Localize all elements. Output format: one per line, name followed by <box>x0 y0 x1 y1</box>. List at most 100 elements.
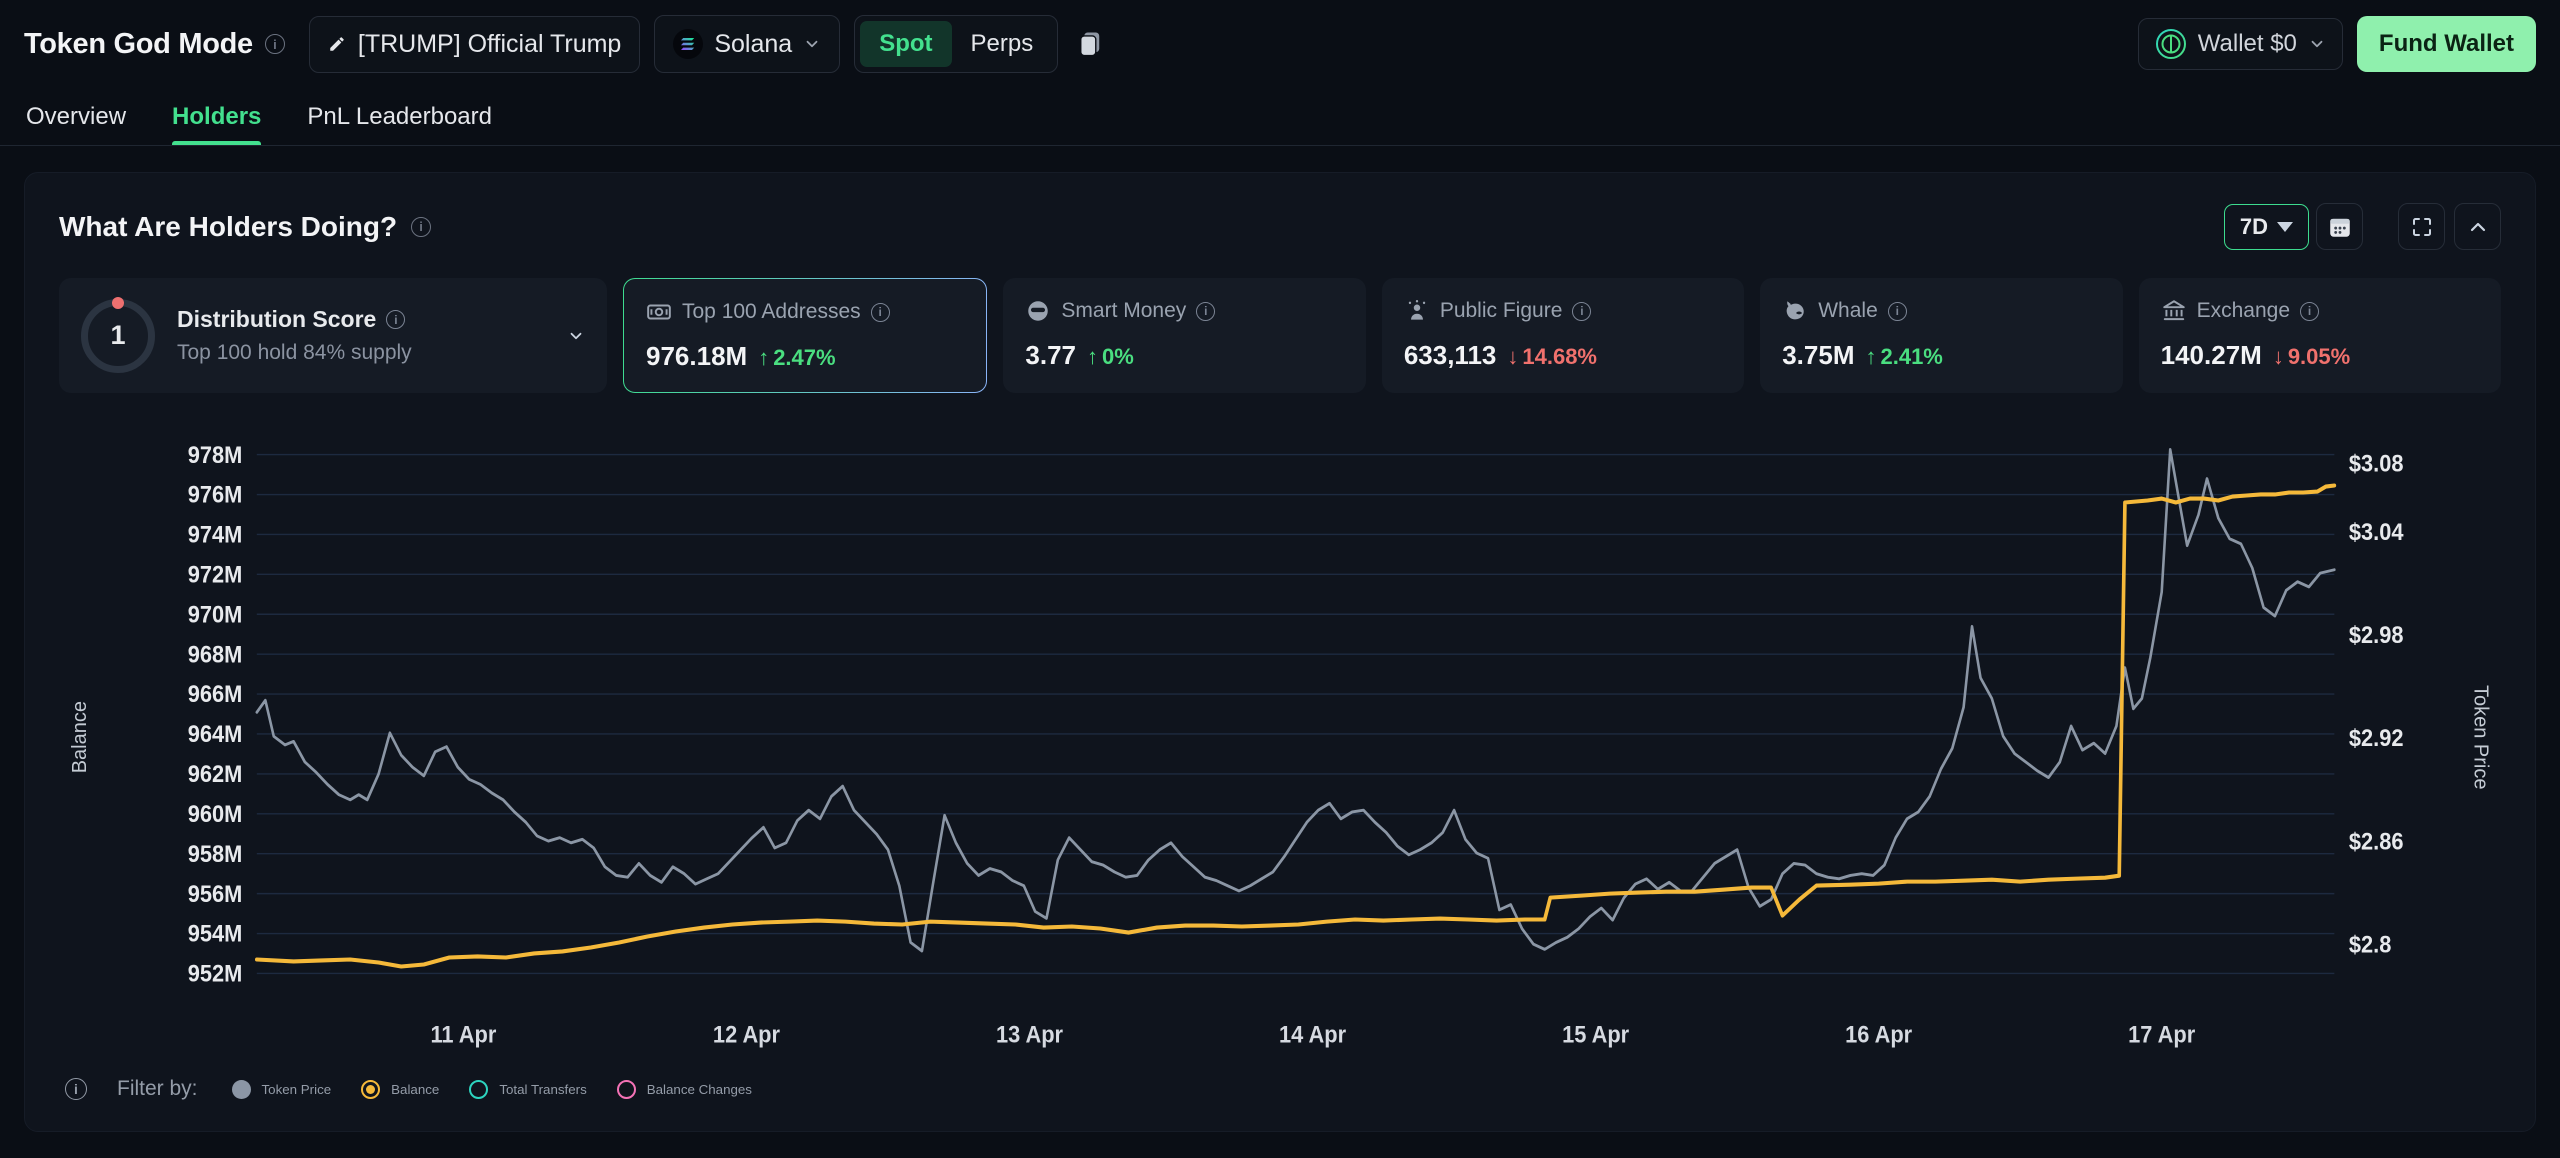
svg-text:966M: 966M <box>188 680 243 707</box>
svg-text:17 Apr: 17 Apr <box>2128 1020 2195 1047</box>
right-axis-title: Token Price <box>2469 684 2492 790</box>
info-icon[interactable] <box>411 216 432 237</box>
info-icon[interactable] <box>264 34 285 54</box>
svg-text:968M: 968M <box>188 640 243 667</box>
token-price-dot <box>231 1079 251 1099</box>
svg-text:952M: 952M <box>188 959 243 986</box>
balance-dot <box>361 1079 381 1099</box>
info-icon[interactable] <box>65 1078 87 1100</box>
whale-icon <box>1786 301 1804 320</box>
svg-text:$2.98: $2.98 <box>2349 621 2404 648</box>
legend-item-balance-changes[interactable]: Balance Changes <box>616 1079 752 1099</box>
svg-text:978M: 978M <box>188 441 243 468</box>
tab-overview[interactable]: Overview <box>26 88 126 145</box>
distribution-score-title: Distribution Score <box>177 306 377 332</box>
info-icon[interactable] <box>2300 301 2320 321</box>
stat-value: 3.75M <box>1782 340 1855 370</box>
copy-icon[interactable] <box>1076 29 1104 59</box>
bank-icon <box>2162 300 2185 321</box>
stat-card-public-figure[interactable]: Public Figure 633,113 ↓14.68% <box>1381 278 1745 393</box>
svg-text:962M: 962M <box>188 760 243 787</box>
stat-delta: ↓ 14.68% <box>1507 344 1597 369</box>
tab-perps[interactable]: Perps <box>952 21 1053 67</box>
range-label: 7D <box>2239 213 2268 239</box>
token-selector-label: [TRUMP] Official Trump <box>357 29 622 58</box>
svg-text:954M: 954M <box>188 920 243 947</box>
svg-text:964M: 964M <box>188 720 243 747</box>
legend-item-balance[interactable]: Balance <box>361 1079 439 1099</box>
svg-text:12 Apr: 12 Apr <box>713 1020 780 1047</box>
legend-item-token-price[interactable]: Token Price <box>231 1079 331 1099</box>
topbar: Token God Mode [TRUMP] Official Trump So… <box>0 0 2560 88</box>
distribution-score-subtitle: Top 100 hold 84% supply <box>177 341 412 364</box>
holder-stats-row: 1 Distribution Score Top 100 hold 84% su… <box>59 278 2502 393</box>
svg-text:$2.92: $2.92 <box>2349 724 2404 751</box>
stat-value: 633,113 <box>1403 340 1497 370</box>
chevron-down-icon <box>2311 40 2323 48</box>
svg-text:15 Apr: 15 Apr <box>1562 1020 1629 1047</box>
stat-delta: ↑ 2.41% <box>1865 344 1943 369</box>
info-icon[interactable] <box>1196 301 1216 321</box>
edit-pencil-icon <box>330 37 344 51</box>
chevron-down-icon <box>2277 221 2293 232</box>
wallet-icon <box>2155 29 2186 59</box>
holders-chart: Balance 978M 976M 974M 972M 970M 968M 966M 964M… <box>59 413 2501 1061</box>
calendar-button[interactable] <box>2316 203 2363 250</box>
svg-text:14 Apr: 14 Apr <box>1279 1020 1346 1047</box>
svg-text:$3.04: $3.04 <box>2349 518 2404 545</box>
calendar-icon <box>2329 218 2350 237</box>
svg-text:970M: 970M <box>188 600 243 627</box>
wallet-button[interactable]: Wallet $0 <box>2137 18 2343 70</box>
legend-label: Filter by: <box>117 1077 198 1100</box>
balance-changes-dot <box>616 1079 636 1099</box>
fullscreen-button[interactable] <box>2398 203 2445 250</box>
tab-holders[interactable]: Holders <box>172 88 262 145</box>
distribution-score-gauge: 1 <box>81 296 155 373</box>
stat-card-top-100-addresses[interactable]: Top 100 Addresses 976.18M ↑2.47% <box>623 278 987 393</box>
left-axis-title: Balance <box>68 700 91 774</box>
svg-text:13 Apr: 13 Apr <box>996 1020 1063 1047</box>
distribution-score-card[interactable]: 1 Distribution Score Top 100 hold 84% su… <box>59 278 607 393</box>
chevron-down-icon <box>570 332 582 339</box>
solana-icon <box>673 29 704 59</box>
stat-card-exchange[interactable]: Exchange 140.27M ↓9.05% <box>2138 278 2502 393</box>
smart-money-icon <box>1028 301 1049 321</box>
info-icon[interactable] <box>870 302 890 322</box>
chevron-down-icon <box>806 40 818 48</box>
holders-panel: What Are Holders Doing? 7D <box>24 172 2536 1132</box>
money-icon <box>647 304 671 320</box>
info-icon[interactable] <box>386 310 406 329</box>
tab-pnl-leaderboard[interactable]: PnL Leaderboard <box>307 88 492 145</box>
chain-selector[interactable]: Solana <box>654 15 841 73</box>
fund-wallet-button[interactable]: Fund Wallet <box>2356 16 2536 72</box>
distribution-score-value: 1 <box>110 320 126 350</box>
total-transfers-dot <box>469 1079 489 1099</box>
chevron-up-icon <box>2470 222 2485 231</box>
stat-value: 976.18M <box>646 341 748 371</box>
range-dropdown[interactable]: 7D <box>2223 203 2309 250</box>
stat-value: 3.77 <box>1025 340 1077 370</box>
svg-text:972M: 972M <box>188 560 243 587</box>
holders-chart-svg[interactable]: 978M 976M 974M 972M 970M 968M 966M 964M 962M 960M… <box>101 413 2459 1061</box>
wallet-balance-label: Wallet $0 <box>2197 30 2297 57</box>
svg-text:$2.86: $2.86 <box>2349 827 2404 854</box>
tab-spot[interactable]: Spot <box>860 21 952 67</box>
collapse-button[interactable] <box>2454 203 2501 250</box>
svg-text:956M: 956M <box>188 880 243 907</box>
legend-item-total-transfers[interactable]: Total Transfers <box>469 1079 587 1099</box>
info-icon[interactable] <box>1887 301 1907 321</box>
stat-delta: ↓ 9.05% <box>2272 344 2351 369</box>
svg-text:974M: 974M <box>188 520 243 547</box>
fullscreen-icon <box>2412 217 2431 236</box>
stat-delta: ↑ 0% <box>1087 344 1134 369</box>
info-icon[interactable] <box>1572 301 1592 321</box>
stat-delta: ↑ 2.47% <box>758 345 836 370</box>
page-tabs: Overview Holders PnL Leaderboard <box>0 88 2560 146</box>
token-selector[interactable]: [TRUMP] Official Trump <box>308 15 641 73</box>
svg-text:11 Apr: 11 Apr <box>431 1020 497 1047</box>
stat-value: 140.27M <box>2160 340 2262 370</box>
chain-selector-label: Solana <box>714 29 793 58</box>
stat-card-whale[interactable]: Whale 3.75M ↑2.41% <box>1760 278 2123 393</box>
market-type-tabs: Spot Perps <box>854 15 1059 73</box>
stat-card-smart-money[interactable]: Smart Money 3.77 ↑0% <box>1003 278 1366 393</box>
